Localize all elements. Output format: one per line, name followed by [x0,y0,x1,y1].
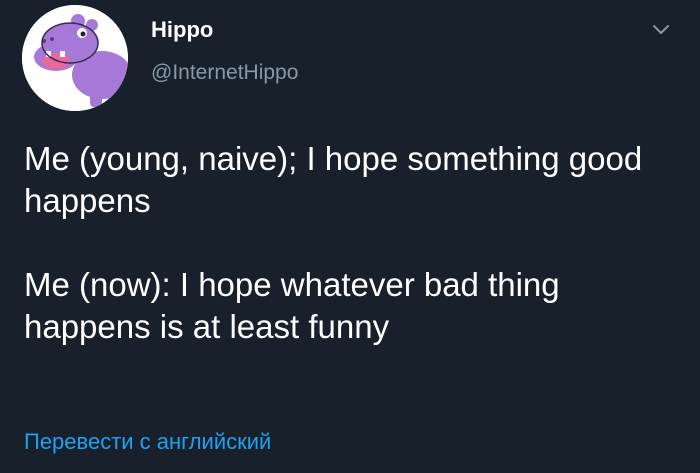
tweet-text: Me (young, naive); I hope something good… [24,138,684,348]
author-name[interactable]: Hippo [151,17,213,43]
tweet-paragraph-2: Me (now): I hope whatever bad thing happ… [24,266,560,345]
author-handle[interactable]: @InternetHippo [151,60,298,86]
hippo-avatar-icon [22,5,128,111]
avatar[interactable] [22,5,128,111]
translate-link[interactable]: Перевести с английский [24,428,271,456]
chevron-down-icon[interactable] [650,18,672,40]
tweet-paragraph-1: Me (young, naive); I hope something good… [24,140,643,219]
tweet: Hippo @InternetHippo Me (young, naive); … [0,0,700,473]
